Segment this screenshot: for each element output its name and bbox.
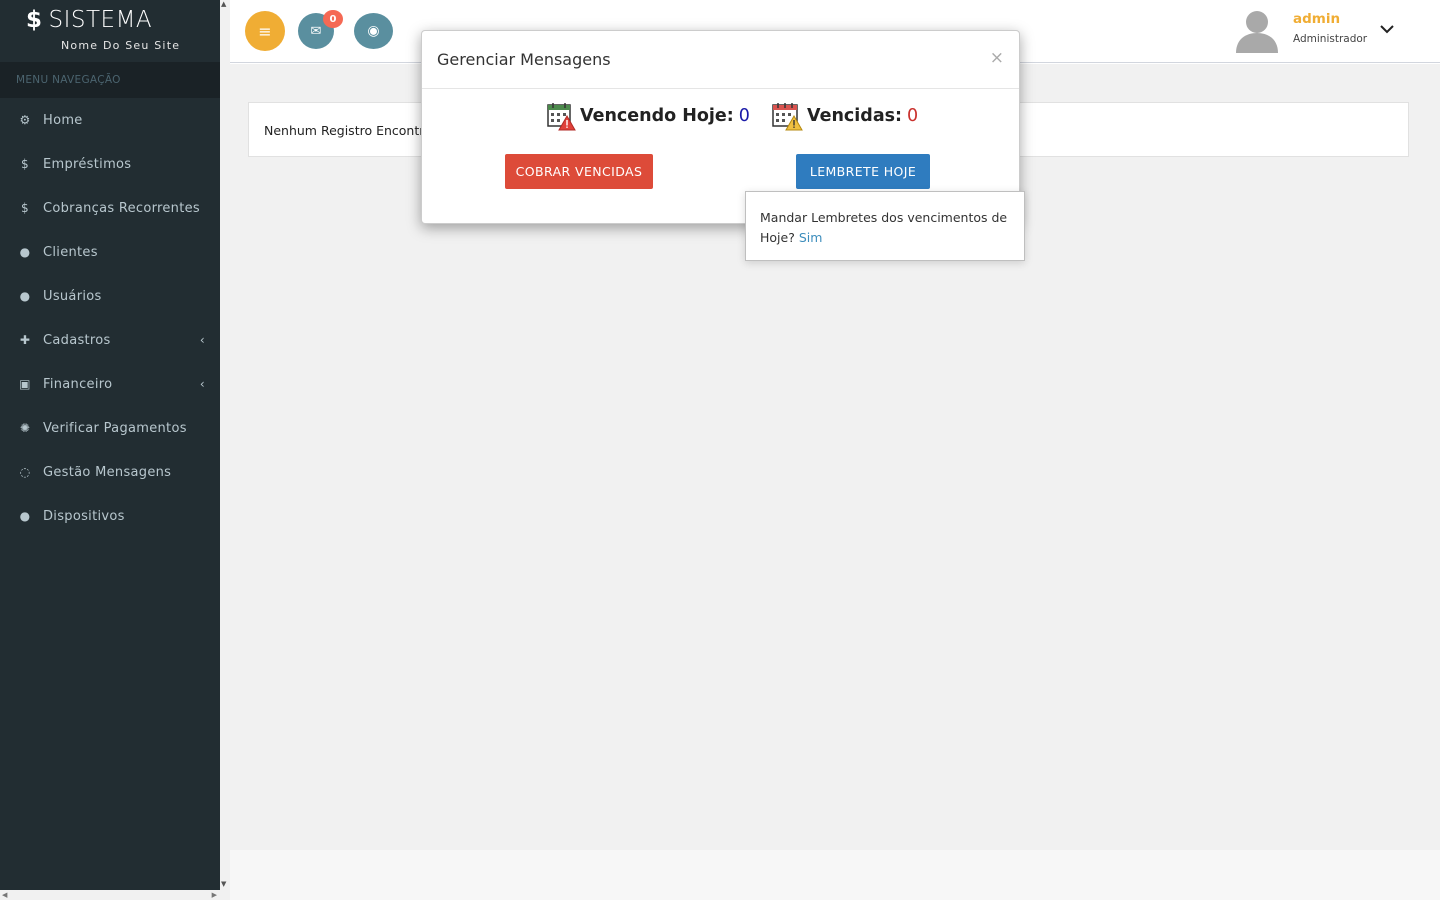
user-role: Administrador xyxy=(1293,33,1368,45)
due-today-value: 0 xyxy=(738,106,750,126)
sidebar-vertical-scrollbar[interactable]: ▲ ▼ xyxy=(220,0,230,900)
overdue-label: Vencidas: xyxy=(807,106,903,126)
modal-title: Gerenciar Mensagens xyxy=(437,50,611,69)
chevron-down-icon[interactable] xyxy=(1378,20,1396,38)
sidebar-item-cobrancas-recorrentes[interactable]: $ Cobranças Recorrentes xyxy=(0,186,220,230)
dollar-icon: $ xyxy=(26,7,43,33)
messages-count-badge: 0 xyxy=(323,10,343,28)
user-name[interactable]: admin xyxy=(1293,11,1340,27)
user-icon: ● xyxy=(19,509,31,523)
confirm-yes-link[interactable]: Sim xyxy=(799,230,823,245)
menu-header: MENU NAVEGAÇÃO xyxy=(0,62,220,98)
sidebar-item-verificar-pagamentos[interactable]: ✺ Verificar Pagamentos xyxy=(0,406,220,450)
chevron-left-icon: ‹ xyxy=(199,333,205,347)
sidebar-horizontal-scrollbar[interactable]: ◀ ▶ xyxy=(0,890,220,900)
money-icon: ▣ xyxy=(19,377,31,391)
brand-title: $ SISTEMA xyxy=(26,7,153,33)
chevron-left-icon: ‹ xyxy=(199,377,205,391)
sidebar-item-label: Dispositivos xyxy=(43,508,125,524)
charge-overdue-button[interactable]: COBRAR VENCIDAS xyxy=(505,154,653,189)
brand-subtitle: Nome Do Seu Site xyxy=(61,39,181,52)
scroll-left-icon[interactable]: ◀ xyxy=(2,891,7,899)
sidebar-item-usuarios[interactable]: ● Usuários xyxy=(0,274,220,318)
popover-message: Mandar Lembretes dos vencimentos de Hoje… xyxy=(760,208,1014,248)
popover-question: Mandar Lembretes dos vencimentos de Hoje… xyxy=(760,210,1008,245)
sidebar-item-home[interactable]: ⚙ Home xyxy=(0,98,220,142)
scroll-right-icon[interactable]: ▶ xyxy=(212,891,217,899)
sidebar-item-financeiro[interactable]: ▣ Financeiro ‹ xyxy=(0,362,220,406)
dollar-icon: $ xyxy=(21,201,29,215)
view-button[interactable]: ◉ xyxy=(354,13,393,49)
sidebar-item-gestao-mensagens[interactable]: ◌ Gestão Mensagens xyxy=(0,450,220,494)
brand-logo[interactable]: $ SISTEMA Nome Do Seu Site xyxy=(0,0,220,62)
sidebar-item-label: Gestão Mensagens xyxy=(43,464,172,480)
spinner-icon: ✺ xyxy=(19,421,31,435)
calendar-warning-icon xyxy=(547,103,576,131)
due-today-label: Vencendo Hoje: xyxy=(580,106,734,126)
dashboard-icon: ⚙ xyxy=(19,113,31,127)
sidebar-item-label: Home xyxy=(43,112,83,128)
sidebar-item-emprestimos[interactable]: $ Empréstimos xyxy=(0,142,220,186)
footer xyxy=(230,850,1440,900)
sidebar-item-label: Financeiro xyxy=(43,376,113,392)
sidebar-item-label: Usuários xyxy=(43,288,102,304)
sidebar-item-label: Cadastros xyxy=(43,332,111,348)
overdue-value: 0 xyxy=(907,106,919,126)
sidebar-item-label: Cobranças Recorrentes xyxy=(43,200,200,216)
avatar[interactable] xyxy=(1234,7,1280,53)
whatsapp-icon: ◌ xyxy=(19,465,31,479)
sidebar-item-label: Verificar Pagamentos xyxy=(43,420,187,436)
confirm-popover: Mandar Lembretes dos vencimentos de Hoje… xyxy=(745,191,1025,261)
plus-icon: ✚ xyxy=(19,333,31,347)
due-today-stat: Vencendo Hoje: 0 xyxy=(546,101,750,131)
eye-icon: ◉ xyxy=(367,23,380,39)
sidebar-item-cadastros[interactable]: ✚ Cadastros ‹ xyxy=(0,318,220,362)
hamburger-icon: ≡ xyxy=(258,21,272,41)
sidebar-item-label: Empréstimos xyxy=(43,156,132,172)
calendar-alert-icon xyxy=(772,103,803,131)
envelope-icon: ✉ xyxy=(310,23,322,39)
dollar-icon: $ xyxy=(21,157,29,171)
overdue-stat: Vencidas: 0 xyxy=(771,101,918,131)
sidebar: $ SISTEMA Nome Do Seu Site MENU NAVEGAÇÃO… xyxy=(0,0,220,890)
menu-toggle-button[interactable]: ≡ xyxy=(245,11,285,51)
sidebar-item-dispositivos[interactable]: ● Dispositivos xyxy=(0,494,220,538)
sidebar-item-clientes[interactable]: ● Clientes xyxy=(0,230,220,274)
users-icon: ● xyxy=(19,289,31,303)
sidebar-item-label: Clientes xyxy=(43,244,98,260)
close-icon[interactable]: × xyxy=(990,48,1004,68)
remind-today-button[interactable]: LEMBRETE HOJE xyxy=(796,154,930,189)
user-icon: ● xyxy=(19,245,31,259)
modal-divider xyxy=(422,88,1019,89)
scroll-up-icon[interactable]: ▲ xyxy=(221,0,226,8)
scroll-down-icon[interactable]: ▼ xyxy=(221,880,226,888)
